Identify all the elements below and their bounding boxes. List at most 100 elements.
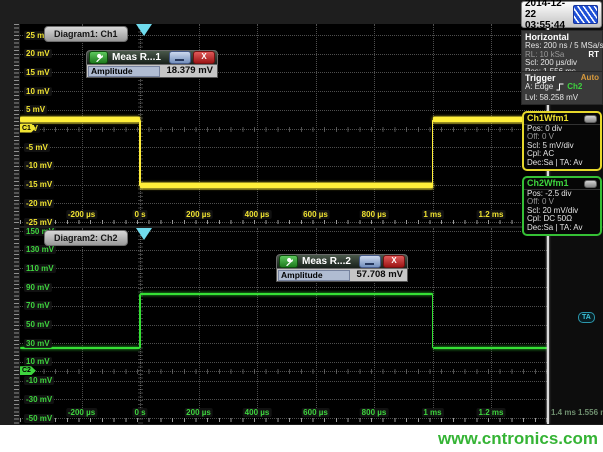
v-gridline (82, 228, 83, 416)
x-axis-label-dim: 1.556 ms (576, 408, 603, 417)
trigger-position-marker-icon[interactable] (136, 24, 152, 36)
y-axis-label: -50 mV (24, 414, 54, 423)
trace-segment-ch1 (20, 117, 140, 122)
y-axis-label: -25 mV (24, 218, 54, 227)
h-gridline (20, 343, 547, 344)
tab-diagram2[interactable]: Diagram2: Ch2 (44, 230, 128, 246)
trace-segment-ch2 (433, 347, 547, 349)
wrench-settings-icon[interactable] (89, 51, 108, 64)
close-button[interactable]: X (383, 255, 405, 268)
minimize-button[interactable] (169, 51, 191, 64)
trace-segment-ch1 (140, 183, 433, 188)
h-gridline (20, 362, 547, 363)
h-gridline (20, 306, 547, 307)
trigger-level-label: Lvl: (525, 94, 537, 103)
h-gridline (20, 147, 547, 148)
y-axis-label: 70 mV (24, 301, 52, 310)
y-axis-label: 50 mV (24, 320, 52, 329)
meas-popup-header[interactable]: Meas R...1 X (86, 50, 218, 65)
y-axis-label: 5 mV (24, 105, 47, 114)
meas-popup-header[interactable]: Meas R...2 X (276, 254, 408, 269)
measurement-row: Amplitude 57.708 mV (276, 269, 408, 282)
badge-pill-icon[interactable] (584, 180, 597, 188)
meas-result-popup-1[interactable]: Meas R...1 X Amplitude 18.379 mV (86, 50, 218, 78)
ch1-badge-title: Ch1Wfm1 (527, 113, 569, 124)
zero-axis-ruler (20, 369, 547, 374)
screenshot-root: Diagram1: Ch1 25 mV20 mV15 mV10 mV5 mV0 … (0, 0, 603, 452)
x-minor-ticks (20, 418, 547, 422)
x-axis-label: 200 µs (184, 210, 213, 219)
y-axis-label: 10 mV (24, 87, 52, 96)
ch2-decimation: Dec:Sa | TA: Av (524, 224, 600, 232)
measurement-value: 18.379 mV (160, 66, 216, 76)
v-gridline (199, 228, 200, 416)
trigger-level-badge[interactable]: TA (578, 312, 595, 323)
trace-segment-ch2 (140, 293, 433, 295)
trigger-mode: Auto (581, 73, 599, 83)
datetime-box: 2014-12-22 03:55:44 (521, 1, 602, 28)
wrench-settings-icon[interactable] (279, 255, 298, 268)
meas-popup-title: Meas R...1 (110, 52, 167, 63)
h-gridline (20, 110, 547, 111)
h-gridline (20, 399, 547, 400)
y-axis-label: 130 mV (24, 245, 56, 254)
rohde-schwarz-logo-icon (573, 5, 598, 24)
watermark-text: www.cntronics.com (438, 430, 603, 448)
trigger-settings-panel[interactable]: TriggerAuto A: Edge Ch2 Lvl:58.258 mV (521, 71, 603, 105)
h-gridline (20, 166, 547, 167)
y-axis-label: 90 mV (24, 283, 52, 292)
x-axis-label: 800 µs (360, 408, 389, 417)
oscilloscope-screen: Diagram1: Ch1 25 mV20 mV15 mV10 mV5 mV0 … (0, 0, 603, 425)
measurement-label: Amplitude (278, 270, 350, 281)
close-button[interactable]: X (193, 51, 215, 64)
h-gridline (20, 203, 547, 204)
x-axis-label-dim: 1.4 ms (549, 408, 578, 417)
x-axis-label: 1.2 ms (477, 210, 506, 219)
h-gridline (20, 250, 547, 251)
ch2-waveform-badge[interactable]: Ch2Wfm1 Pos: -2.5 div Off: 0 V Scl: 20 m… (522, 176, 602, 236)
tab-diagram1[interactable]: Diagram1: Ch1 (44, 26, 128, 42)
x-axis-label: 400 µs (243, 408, 272, 417)
measurement-label: Amplitude (88, 66, 160, 77)
y-axis-label: -10 mV (24, 161, 54, 170)
meas-result-popup-2[interactable]: Meas R...2 X Amplitude 57.708 mV (276, 254, 408, 282)
trigger-level-value: 58.258 mV (539, 94, 578, 103)
ch2-badge-title: Ch2Wfm1 (527, 178, 569, 189)
y-axis-label: -15 mV (24, 180, 54, 189)
x-axis-label: 400 µs (243, 210, 272, 219)
v-gridline (491, 228, 492, 416)
y-minor-ticks-diagram2 (14, 228, 19, 424)
y-axis-label: 110 mV (24, 264, 56, 273)
y-axis-label: -20 mV (24, 199, 54, 208)
h-gridline (20, 325, 547, 326)
trigger-position-marker-icon[interactable] (136, 228, 152, 240)
y-minor-ticks-diagram1 (14, 24, 19, 226)
ch1-waveform-badge[interactable]: Ch1Wfm1 Pos: 0 div Off: 0 V Scl: 5 mV/di… (522, 111, 602, 171)
x-axis-label: 800 µs (360, 210, 389, 219)
y-axis-label: 20 mV (24, 49, 52, 58)
x-axis-label: -200 µs (66, 210, 97, 219)
ch1-decimation: Dec:Sa | TA: Av (524, 159, 600, 167)
v-gridline (257, 228, 258, 416)
x-axis-label: 600 µs (301, 210, 330, 219)
h-gridline (20, 91, 547, 92)
meas-popup-title: Meas R...2 (300, 256, 357, 267)
zero-axis-ruler (20, 127, 547, 132)
x-axis-label: 0 s (132, 408, 147, 417)
y-axis-label: -10 mV (24, 376, 54, 385)
x-axis-label: 1.2 ms (477, 408, 506, 417)
date-label: 2014-12-22 (525, 0, 573, 20)
y-axis-label: 10 mV (24, 357, 52, 366)
x-axis-label: 1 ms (421, 408, 443, 417)
badge-pill-icon[interactable] (584, 115, 597, 123)
measurement-value: 57.708 mV (350, 270, 406, 280)
minimize-button[interactable] (359, 255, 381, 268)
h-gridline (20, 381, 547, 382)
trace-edge-ch1 (139, 120, 141, 186)
h-gridline (20, 287, 547, 288)
y-axis-label: 30 mV (24, 339, 52, 348)
trace-edge-ch2 (139, 294, 141, 348)
x-minor-ticks (20, 220, 547, 224)
rt-flag: RT (588, 51, 599, 60)
y-axis-label: 15 mV (24, 68, 52, 77)
